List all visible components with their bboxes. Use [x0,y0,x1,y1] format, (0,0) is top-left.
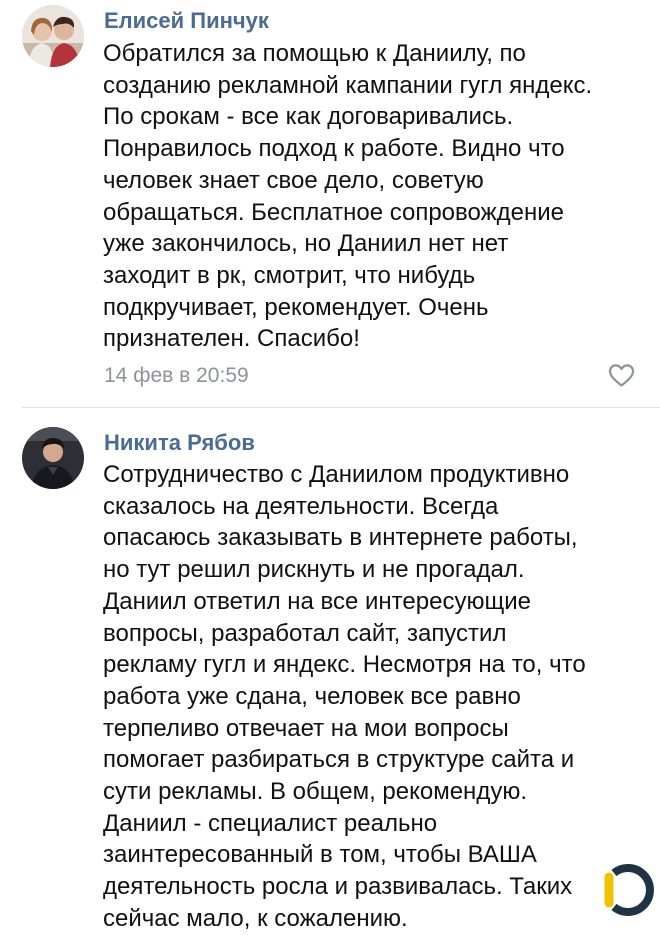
text-line: работа уже сдана, человек все равно [103,682,521,710]
text-line: сейчас мало, к сожалению. [103,904,408,932]
comment: Никита Рябов Сотрудничество с Даниилом п… [0,408,660,932]
avatar-photo-icon [22,5,84,67]
text-line: вопросы, разработал сайт, запустил [103,619,507,647]
text-line: уже закончилось, но Даниил нет нет [103,230,509,258]
text-line: рекламу гугл и яндекс. Несмотря на то, ч… [103,651,586,679]
comment-text: Сотрудничество с Даниилом продуктивно ск… [103,459,648,935]
text-line: сути рекламы. В общем, рекомендую. [103,778,527,806]
text-line: Обратился за помощью к Даниилу, по [103,40,526,67]
text-line: Даниил - специалист реально [103,809,438,837]
comment-date[interactable]: 14 фев в 20:59 [104,364,249,388]
text-line: но тут решил рискнуть и не прогадал. [103,556,525,584]
text-line: деятельность росла и развивалась. Таких [103,873,573,901]
avatar[interactable] [22,427,84,489]
text-line: человек знает свое дело, советую [103,166,484,194]
text-line: заинтересованный в том, чтобы ВАША [103,841,537,869]
brand-logo-icon [604,864,654,916]
text-line: терпеливо отвечает на мои вопросы [103,714,509,742]
text-line: заходит в рк, смотрит, что нибудь [103,261,476,289]
text-line: Сотрудничество с Даниилом продуктивно [103,461,570,488]
text-line: признателен. Спасибо! [103,325,360,353]
text-line: сказалось на деятельности. Всегда [103,492,499,520]
author-name[interactable]: Елисей Пинчук [104,8,269,34]
avatar[interactable] [22,5,84,67]
text-line: помогает разбираться в структуре сайта и [103,746,575,774]
text-line: По срокам - все как договаривались. [103,103,514,131]
heart-outline-icon [608,364,635,387]
brand-logo-icon [602,863,656,917]
text-line: Даниил ответил на все интересующие [103,587,531,615]
text-line: Понравилось подход к работе. Видно что [103,135,565,163]
comment-text: Обратился за помощью к Даниилу, по созда… [103,38,648,355]
comment: Елисей Пинчук Обратился за помощью к Дан… [0,0,660,408]
author-name[interactable]: Никита Рябов [104,430,255,456]
text-line: обращаться. Бесплатное сопровождение [103,198,564,226]
like-button[interactable] [608,363,635,388]
text-line: подкручивает, рекомендует. Очень [103,293,489,321]
avatar-photo-icon [22,427,84,489]
text-line: созданию рекламной кампании гугл яндекс. [103,71,593,99]
text-line: опасаюсь заказывать в интернете работы, [103,524,578,552]
